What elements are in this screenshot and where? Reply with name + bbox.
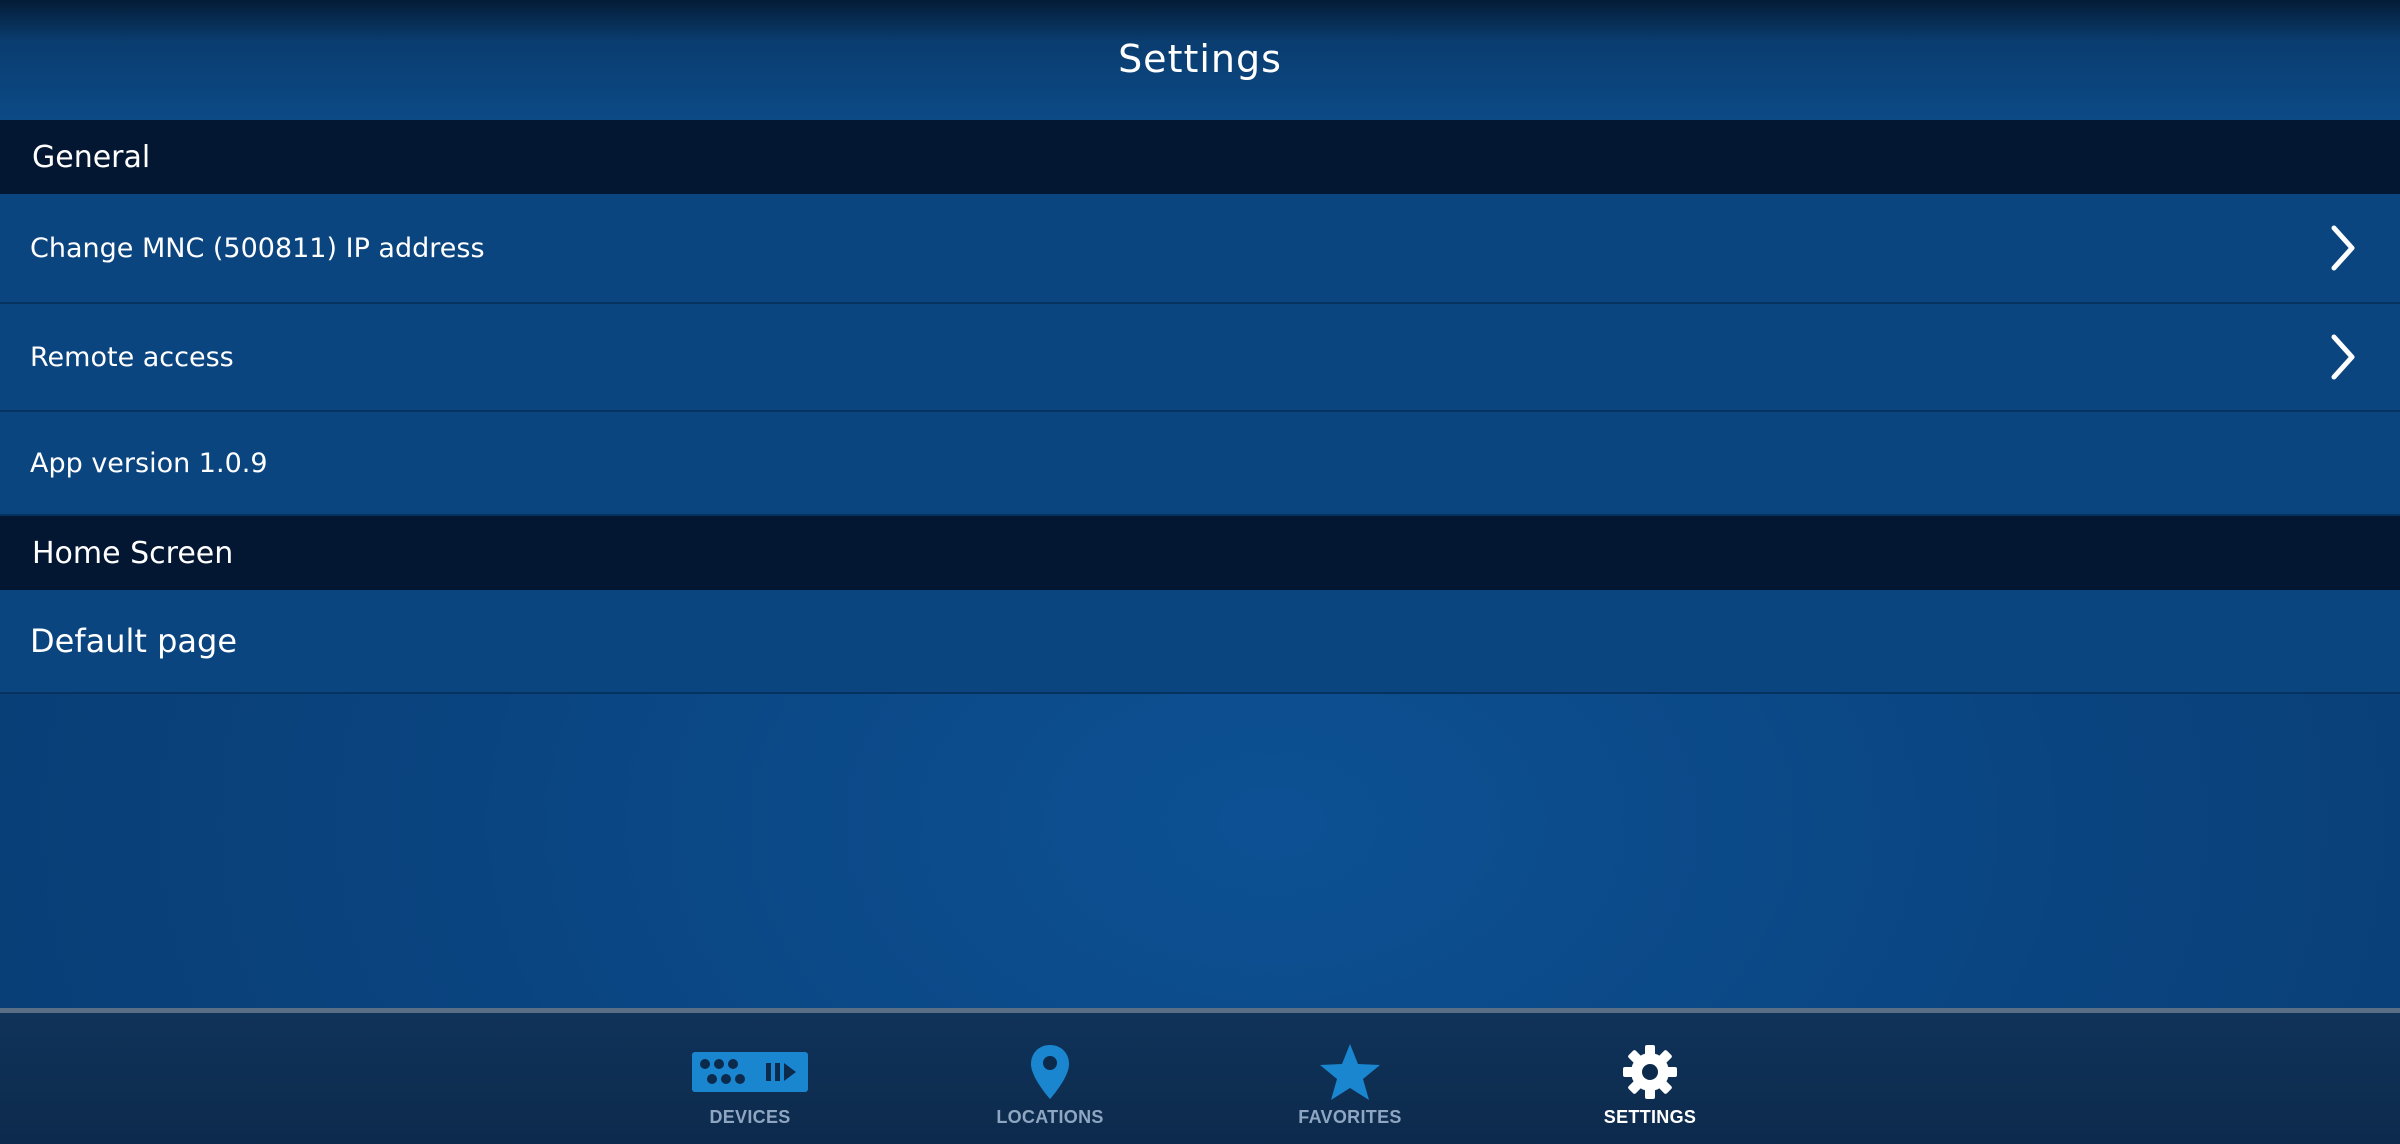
tab-label: DEVICES [709, 1107, 791, 1127]
tab-label: SETTINGS [1603, 1107, 1697, 1127]
default-page-row[interactable]: Default page [0, 590, 2400, 694]
page-title: Settings [1118, 37, 1282, 81]
row-label: Remote access [30, 341, 234, 373]
chevron-right-icon [2324, 331, 2364, 383]
section-header-general: General [0, 120, 2400, 194]
row-label: Default page [30, 622, 238, 660]
section-header-home-screen: Home Screen [0, 516, 2400, 590]
row-label: Change MNC (500811) IP address [30, 232, 485, 264]
tab-label: LOCATIONS [996, 1107, 1104, 1127]
location-pin-icon [1029, 1039, 1071, 1105]
devices-icon [692, 1039, 808, 1105]
star-icon [1319, 1039, 1381, 1105]
app-version-row: App version 1.0.9 [0, 412, 2400, 516]
bottom-tab-bar: DEVICES LOCATIONS FAVORITES SETTINGS [0, 1008, 2400, 1144]
gear-icon [1621, 1039, 1679, 1105]
tab-locations[interactable]: LOCATIONS [940, 1013, 1160, 1144]
tab-favorites[interactable]: FAVORITES [1240, 1013, 1460, 1144]
app-version-label: App version 1.0.9 [30, 447, 268, 479]
remote-access-row[interactable]: Remote access [0, 304, 2400, 412]
tab-settings[interactable]: SETTINGS [1540, 1013, 1760, 1144]
tab-devices[interactable]: DEVICES [640, 1013, 860, 1144]
change-ip-address-row[interactable]: Change MNC (500811) IP address [0, 194, 2400, 304]
top-bar: Settings [0, 0, 2400, 120]
chevron-right-icon [2324, 222, 2364, 274]
tab-label: FAVORITES [1298, 1107, 1402, 1127]
